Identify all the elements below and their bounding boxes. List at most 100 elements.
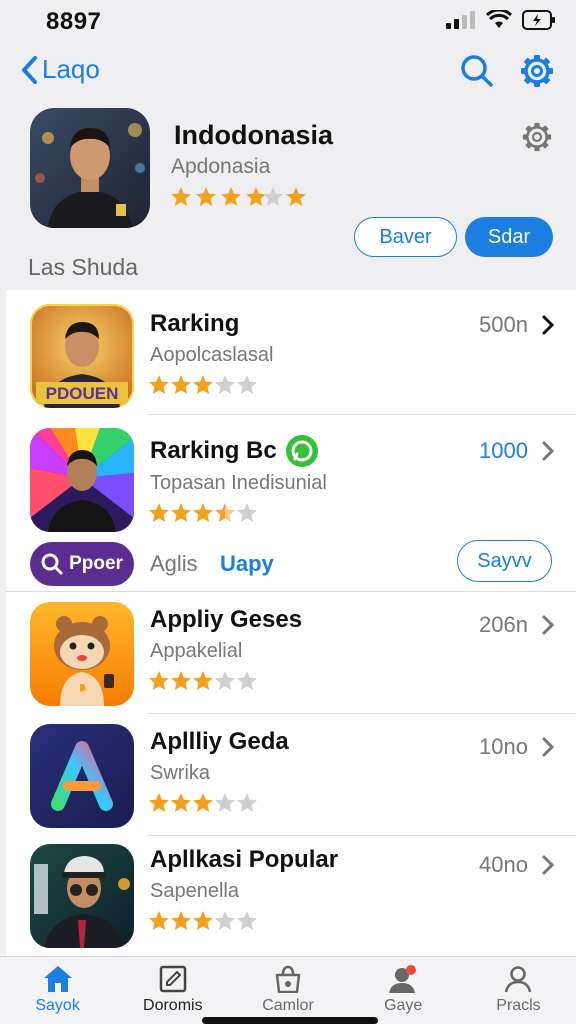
app-thumbnail: PDOUEN xyxy=(30,304,134,408)
tab-sayok[interactable]: Sayok xyxy=(0,957,115,1024)
divider xyxy=(148,414,576,415)
app-meta: 10no xyxy=(479,734,554,760)
promo-button[interactable]: Sayvv xyxy=(457,540,552,582)
app-rating xyxy=(148,792,288,819)
app-title: Rarking Bc xyxy=(150,437,277,464)
wifi-icon xyxy=(486,10,512,28)
app-thumbnail xyxy=(30,428,134,532)
tab-label: Sayok xyxy=(35,997,80,1014)
app-title-wrap: Rarking Bc xyxy=(150,434,319,468)
tab-label: Doromis xyxy=(143,997,203,1014)
rating-stars-graphic xyxy=(149,503,257,522)
chevron-right-icon xyxy=(542,855,554,875)
hero-app-image[interactable] xyxy=(30,108,150,228)
home-icon xyxy=(43,966,72,992)
settings-gear-icon[interactable] xyxy=(520,54,554,88)
battery-icon xyxy=(522,10,555,30)
nav-bar: Laqo xyxy=(0,50,576,96)
app-thumbnail-graphic xyxy=(30,724,134,828)
list-item[interactable]: Appliy Geses Appakelial 206n xyxy=(6,592,576,714)
status-bar: 8897 xyxy=(0,0,576,44)
tab-label: Pracls xyxy=(496,997,541,1014)
hero-primary-button[interactable]: Sdar xyxy=(465,217,553,257)
tab-camlor[interactable]: Camlor xyxy=(230,957,345,1024)
app-meta: 206n xyxy=(479,612,554,638)
app-rating xyxy=(148,670,288,697)
tab-label: Camlor xyxy=(262,997,314,1014)
promo-pill-button[interactable]: Ppoer xyxy=(30,542,134,586)
app-title: Appliy Geses xyxy=(150,606,303,633)
chevron-right-icon xyxy=(542,315,554,335)
hero-title: Indodonasia xyxy=(174,120,334,150)
search-icon xyxy=(41,553,63,575)
app-meta-value: 500n xyxy=(479,312,528,337)
tab-bar: Sayok Doromis Camlor Gaye Pracls xyxy=(0,956,576,1024)
list-item[interactable]: Rarking Bc Topasan Inedisunial 1000 xyxy=(6,416,576,536)
app-rating xyxy=(148,910,288,937)
home-indicator xyxy=(202,1017,378,1024)
profile-icon xyxy=(505,966,532,993)
promo-text-primary: Aglis xyxy=(150,551,198,576)
app-thumbnail xyxy=(30,724,134,828)
search-icon[interactable] xyxy=(460,54,494,88)
promo-row: Ppoer Aglis Uapy Sayvv xyxy=(6,536,576,592)
status-time: 8897 xyxy=(46,8,102,35)
list-item[interactable]: PDOUEN Rarking Aopolcaslasal 500n xyxy=(6,290,576,415)
hero-subtitle: Apdonasia xyxy=(171,155,271,178)
app-title: Apllkasi Popular xyxy=(150,846,339,873)
rating-stars-graphic xyxy=(149,911,257,930)
app-meta: 1000 xyxy=(479,438,554,464)
app-meta: 500n xyxy=(479,312,554,338)
app-thumbnail-graphic xyxy=(30,428,134,532)
rating-stars-graphic xyxy=(149,671,257,690)
hero-stars-graphic xyxy=(171,187,306,206)
star-icon xyxy=(171,187,306,206)
hero-portrait-graphic xyxy=(30,108,150,228)
list-item[interactable]: Apllkasi Popular Sapenella 40no xyxy=(6,836,576,956)
nav-actions xyxy=(460,54,554,88)
tab-doromis[interactable]: Doromis xyxy=(115,957,230,1024)
section-label: Las Shuda xyxy=(28,254,138,280)
app-subtitle: Swrika xyxy=(150,762,211,784)
promo-pill-label: Ppoer xyxy=(69,553,123,574)
chevron-right-icon xyxy=(542,737,554,757)
app-thumbnail-graphic xyxy=(30,602,134,706)
app-title: Rarking xyxy=(150,310,240,337)
app-subtitle: Appakelial xyxy=(150,640,243,662)
app-subtitle: Sapenella xyxy=(150,880,239,902)
edit-icon xyxy=(159,965,187,993)
app-meta-value: 10no xyxy=(479,734,528,759)
promo-link[interactable]: Uapy xyxy=(220,551,274,577)
hero-rating xyxy=(170,186,310,213)
person-badge-icon xyxy=(389,965,417,993)
chevron-right-icon xyxy=(542,615,554,635)
back-button[interactable]: Laqo xyxy=(20,54,100,85)
app-thumbnail xyxy=(30,844,134,948)
chevron-right-icon xyxy=(542,441,554,461)
tab-label: Gaye xyxy=(384,997,423,1014)
app-meta: 40no xyxy=(479,852,554,878)
app-rating xyxy=(148,502,288,529)
app-title: Apllliy Geda xyxy=(150,728,289,755)
app-meta-value: 206n xyxy=(479,612,528,637)
tab-pracls[interactable]: Pracls xyxy=(461,957,576,1024)
rating-stars-graphic xyxy=(149,793,257,812)
tab-gaye[interactable]: Gaye xyxy=(346,957,461,1024)
hero-gear-icon[interactable] xyxy=(522,122,552,157)
app-thumbnail xyxy=(30,602,134,706)
app-meta-value: 40no xyxy=(479,852,528,877)
status-icons xyxy=(446,10,556,30)
thumbnail-label: PDOUEN xyxy=(45,384,119,403)
rating-stars-graphic xyxy=(149,375,257,394)
list-item[interactable]: Apllliy Geda Swrika 10no xyxy=(6,714,576,836)
app-subtitle: Topasan Inedisunial xyxy=(150,472,327,494)
chevron-left-icon xyxy=(22,55,37,84)
chat-badge-icon xyxy=(285,435,318,467)
back-label: Laqo xyxy=(42,54,100,84)
hero-secondary-button[interactable]: Baver xyxy=(354,217,457,257)
app-rating xyxy=(148,374,288,401)
bag-icon xyxy=(275,965,301,993)
app-meta-value: 1000 xyxy=(479,438,528,463)
signal-icon xyxy=(446,11,475,29)
app-thumbnail-graphic xyxy=(30,844,134,948)
